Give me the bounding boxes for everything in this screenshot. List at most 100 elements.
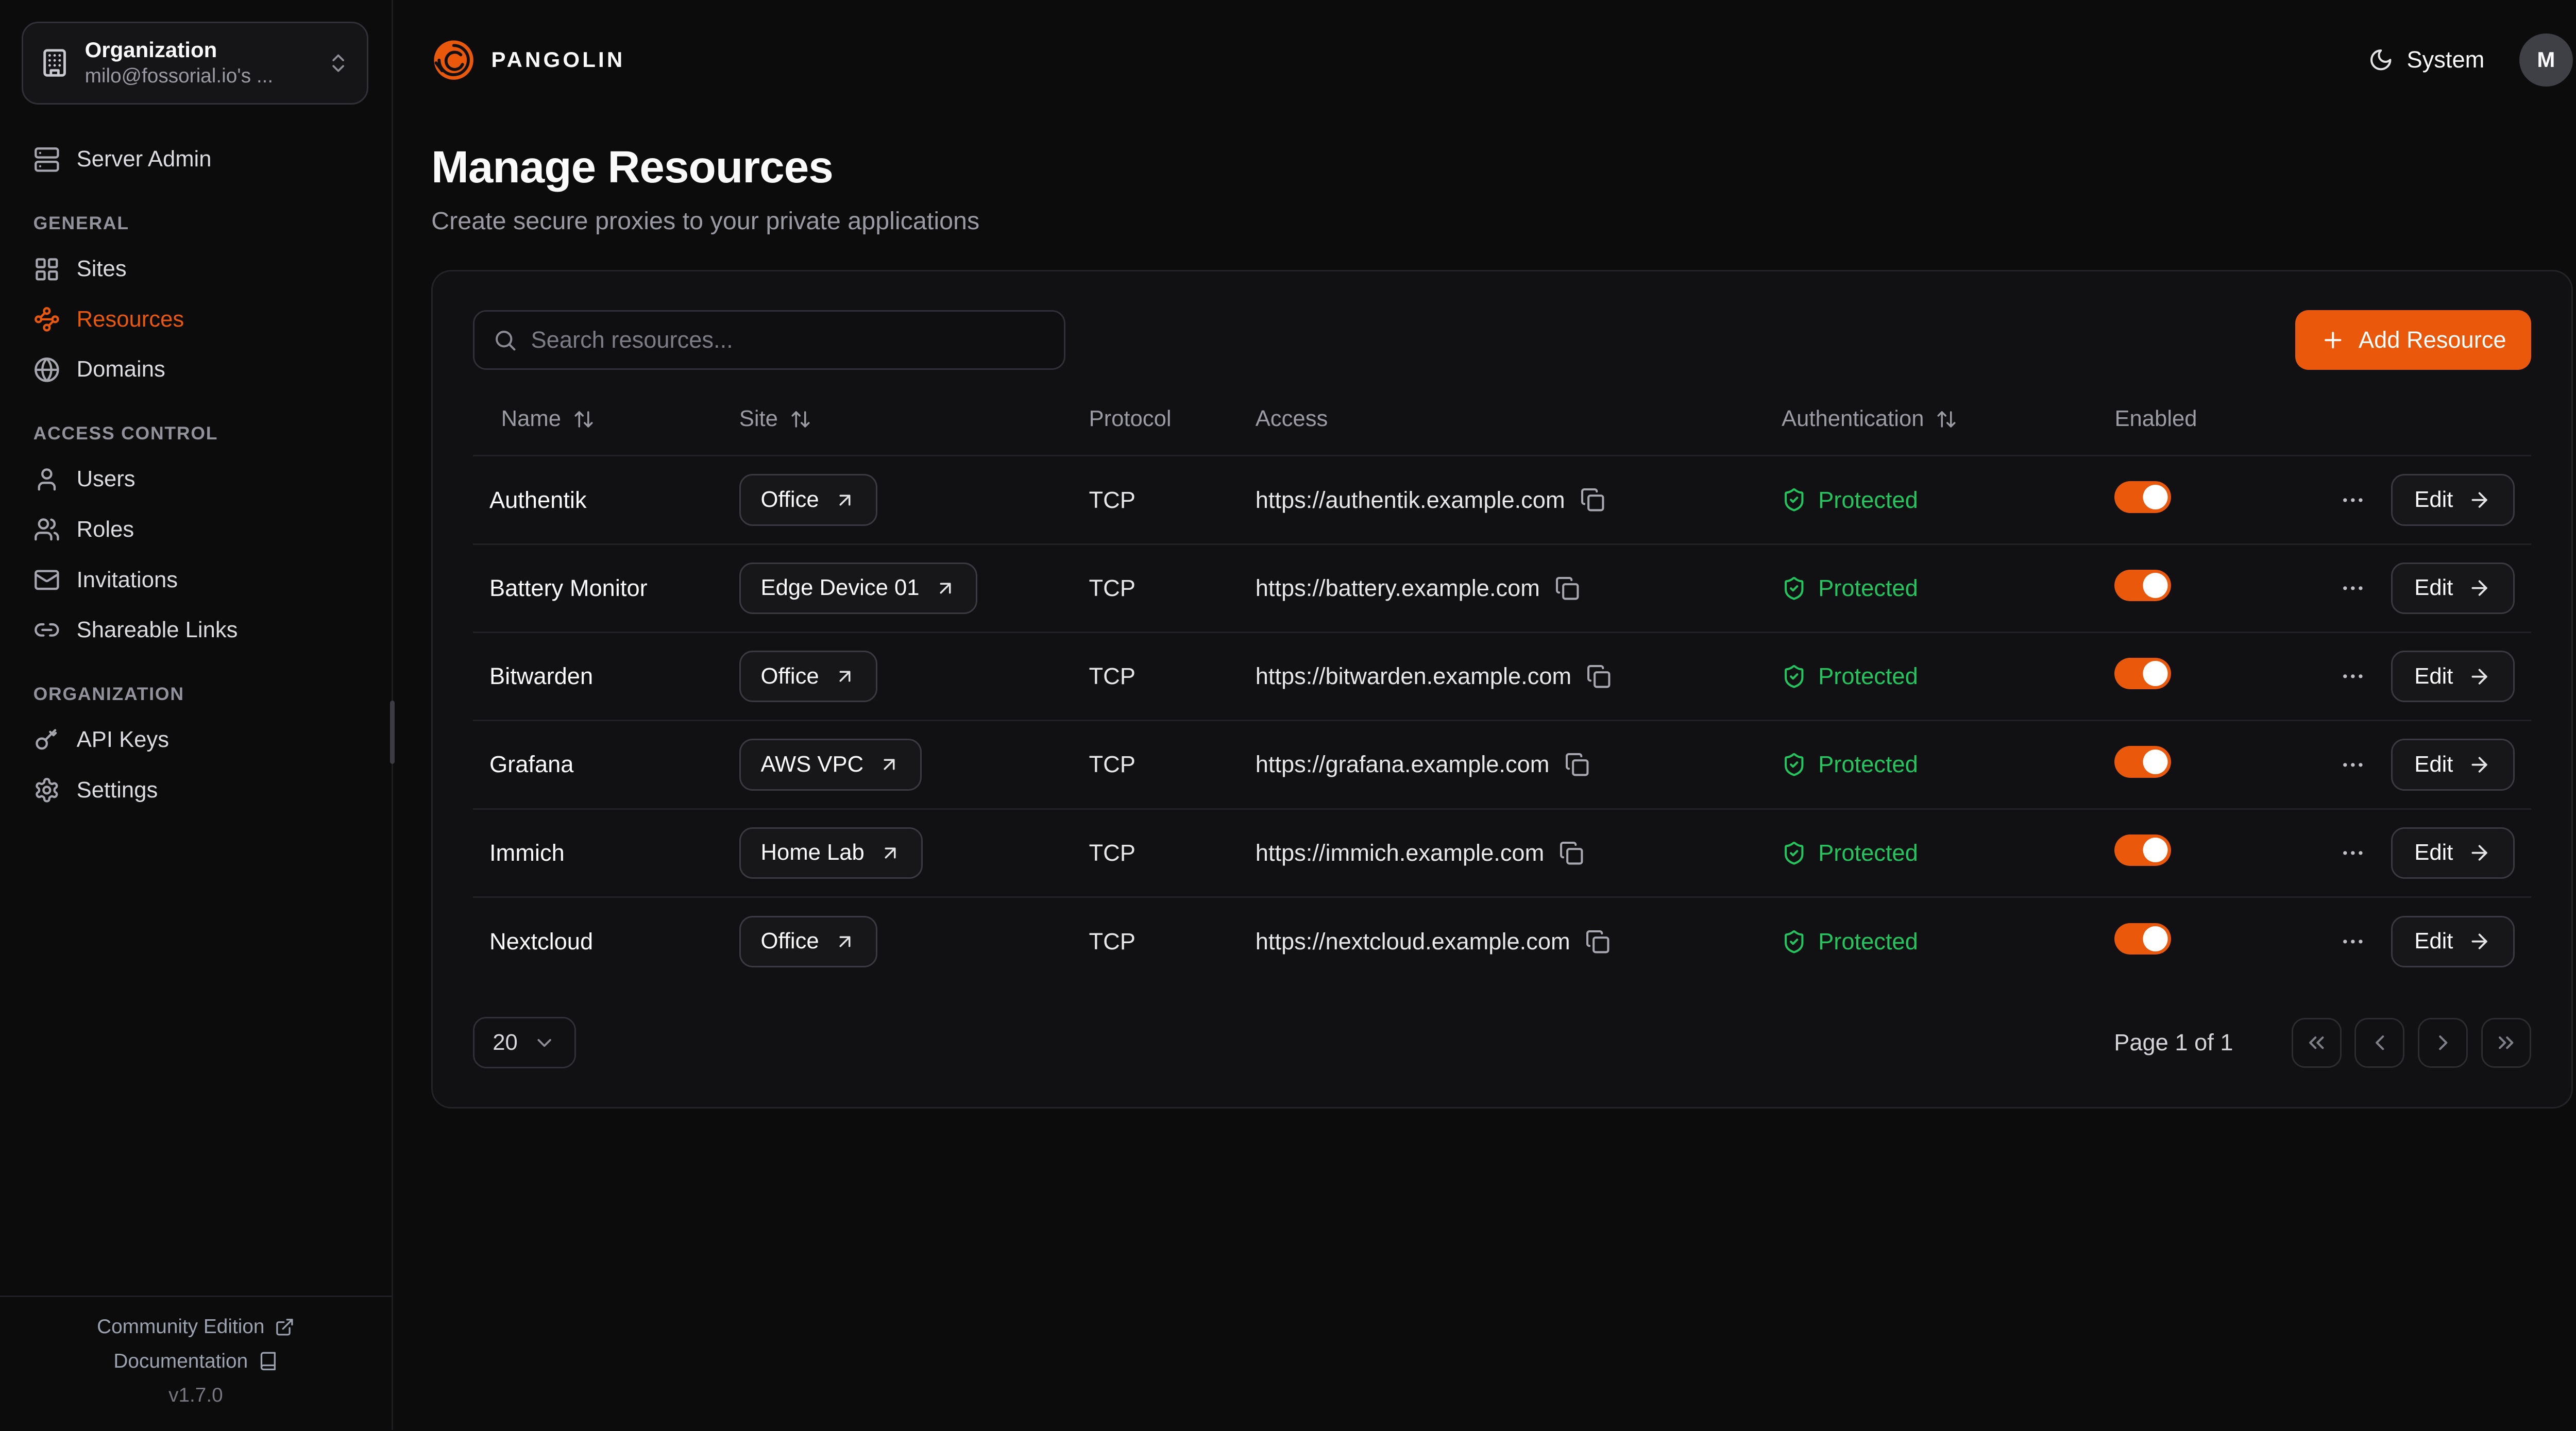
column-header-access: Access [1242,397,1768,456]
sidebar-item-api-keys[interactable]: API Keys [20,714,371,765]
org-selector[interactable]: Organization milo@fossorial.io's ... [22,22,368,105]
site-button[interactable]: Office [739,474,877,525]
access-url: https://battery.example.com [1256,575,1540,602]
ellipsis-icon [2340,487,2366,514]
page-size-select[interactable]: 20 [473,1017,576,1068]
sidebar-nav: Server Admin GENERAL Sites Resources Dom… [0,105,392,1296]
sidebar: Organization milo@fossorial.io's ... Ser… [0,0,393,1430]
resource-name: Bitwarden [489,663,593,689]
edit-label: Edit [2414,487,2453,513]
ellipsis-icon [2340,575,2366,602]
row-menu-button[interactable] [2340,663,2366,690]
page-head: Manage Resources Create secure proxies t… [393,120,2576,235]
sidebar-section: GENERAL Sites Resources Domains [20,213,371,395]
page-title: Manage Resources [431,142,2573,193]
enabled-toggle[interactable] [2114,746,2171,777]
copy-icon [1559,841,1584,865]
site-button[interactable]: Home Lab [739,827,923,879]
sidebar-item-label: Sites [77,255,127,282]
resource-name: Grafana [489,751,573,777]
chevron-left-icon [2367,1030,2392,1055]
column-header-authentication[interactable]: Authentication [1768,397,2101,456]
sort-icon [1936,408,1957,430]
enabled-toggle[interactable] [2114,658,2171,689]
edit-button[interactable]: Edit [2391,474,2515,525]
sidebar-resize-handle[interactable] [390,701,395,764]
protocol-label: TCP [1089,487,1136,513]
arrow-right-icon [2468,576,2491,600]
edit-button[interactable]: Edit [2391,827,2515,879]
access-url: https://nextcloud.example.com [1256,928,1570,955]
site-button[interactable]: AWS VPC [739,739,922,790]
auth-status: Protected [1782,751,2088,778]
row-menu-button[interactable] [2340,928,2366,955]
enabled-toggle[interactable] [2114,834,2171,866]
copy-button[interactable] [1586,664,1611,689]
book-icon [258,1351,278,1371]
community-edition-link[interactable]: Community Edition [97,1316,295,1338]
sidebar-item-sites[interactable]: Sites [20,244,371,295]
copy-icon [1585,929,1610,954]
edit-button[interactable]: Edit [2391,916,2515,967]
sidebar-item-shareable-links[interactable]: Shareable Links [20,605,371,656]
arrow-right-icon [2468,841,2491,864]
enabled-toggle[interactable] [2114,923,2171,955]
toggle-knob [2143,661,2167,686]
waypoints-icon [33,306,60,333]
last-page-button[interactable] [2481,1018,2531,1068]
edit-button[interactable]: Edit [2391,651,2515,702]
sidebar-item-label: Invitations [77,567,178,593]
enabled-toggle[interactable] [2114,481,2171,513]
sidebar-item-settings[interactable]: Settings [20,765,371,815]
sidebar-item-users[interactable]: Users [20,454,371,505]
copy-button[interactable] [1565,752,1589,777]
resources-card: Add Resource Name Site [431,270,2573,1108]
page-info: Page 1 of 1 [2114,1029,2233,1056]
copy-button[interactable] [1585,929,1610,954]
copy-button[interactable] [1580,487,1605,512]
auth-label: Protected [1818,840,1918,866]
sidebar-item-label: Shareable Links [77,617,238,643]
server-icon [33,146,60,173]
external-arrow-icon [834,489,856,511]
row-menu-button[interactable] [2340,575,2366,602]
copy-button[interactable] [1555,576,1580,601]
sidebar-item-roles[interactable]: Roles [20,504,371,555]
page-size-value: 20 [493,1030,518,1055]
documentation-link[interactable]: Documentation [113,1350,278,1373]
shield-check-icon [1782,487,1806,512]
column-header-actions [2298,397,2531,456]
sidebar-item-server-admin[interactable]: Server Admin [20,134,371,185]
row-menu-button[interactable] [2340,752,2366,778]
site-button[interactable]: Edge Device 01 [739,563,978,614]
sidebar-item-label: Server Admin [77,146,212,173]
sidebar-item-invitations[interactable]: Invitations [20,555,371,605]
chevron-down-icon [533,1031,556,1054]
copy-button[interactable] [1559,841,1584,865]
site-button[interactable]: Office [739,651,877,702]
theme-toggle[interactable]: System [2368,46,2484,73]
edit-button[interactable]: Edit [2391,739,2515,790]
site-label: Office [761,664,819,689]
prev-page-button[interactable] [2354,1018,2404,1068]
next-page-button[interactable] [2418,1018,2468,1068]
protocol-label: TCP [1089,663,1136,689]
topbar: PANGOLIN System M [393,0,2576,120]
sidebar-item-domains[interactable]: Domains [20,345,371,395]
edit-label: Edit [2414,575,2453,601]
site-button[interactable]: Office [739,916,877,967]
row-menu-button[interactable] [2340,840,2366,866]
resource-name: Battery Monitor [489,575,648,601]
search-input[interactable] [531,312,1064,368]
first-page-button[interactable] [2292,1018,2342,1068]
enabled-toggle[interactable] [2114,570,2171,601]
edit-button[interactable]: Edit [2391,563,2515,614]
sidebar-item-resources[interactable]: Resources [20,294,371,345]
app: Organization milo@fossorial.io's ... Ser… [0,0,2576,1430]
row-menu-button[interactable] [2340,487,2366,514]
users-icon [33,516,60,543]
avatar[interactable]: M [2519,33,2572,87]
column-header-name[interactable]: Name [473,397,726,456]
add-resource-button[interactable]: Add Resource [2295,310,2531,370]
column-header-site[interactable]: Site [726,397,1076,456]
